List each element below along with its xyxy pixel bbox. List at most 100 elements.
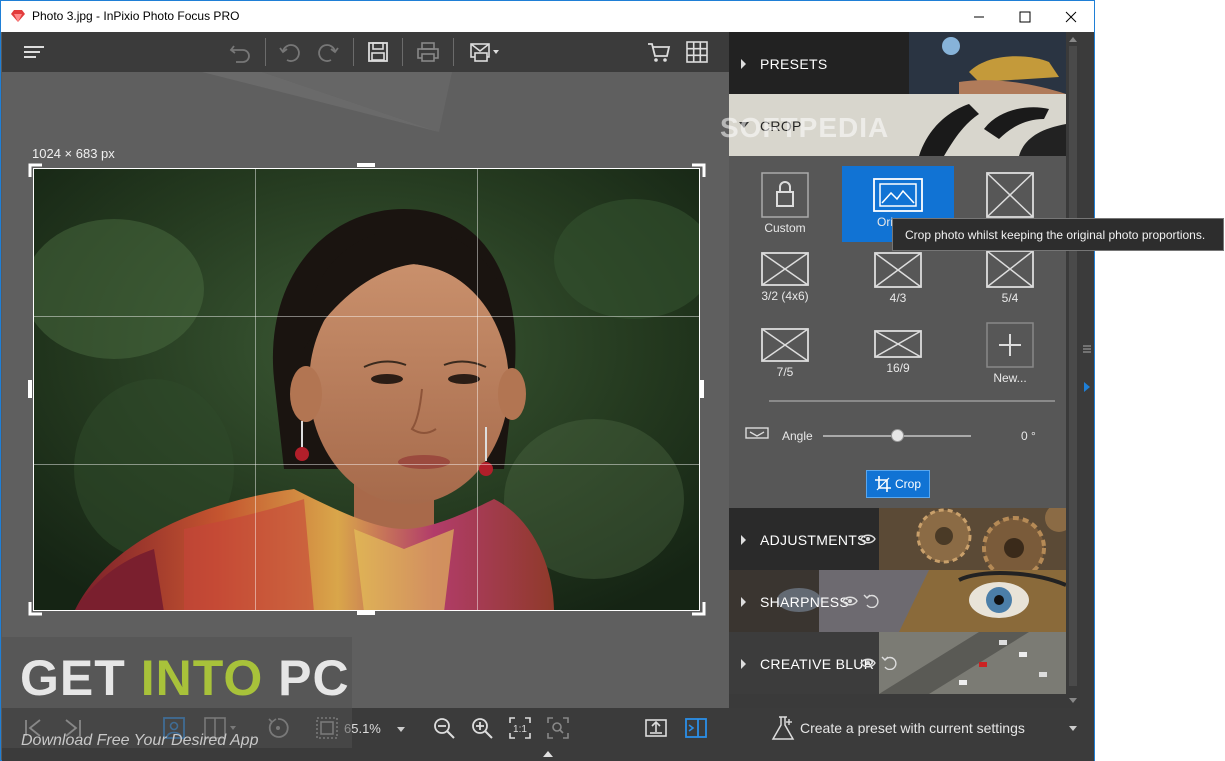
sharpness-section-header[interactable]: SHARPNESS	[729, 570, 1066, 632]
svg-text:1:1: 1:1	[513, 724, 527, 735]
tooltip: Crop photo whilst keeping the original p…	[892, 218, 1224, 251]
panel-scrollbar[interactable]	[1066, 32, 1080, 708]
crop-handle-top[interactable]	[357, 163, 375, 167]
zoom-in-button[interactable]	[468, 714, 496, 742]
panel-collapse-strip[interactable]	[1080, 32, 1094, 708]
print-icon	[417, 42, 439, 62]
crop-handle-top-left[interactable]	[28, 163, 44, 179]
plus-icon	[986, 322, 1034, 368]
divider	[769, 400, 1055, 402]
grid-button[interactable]	[683, 38, 711, 66]
zoom-in-icon	[472, 718, 493, 739]
cross-box-icon	[874, 330, 922, 358]
caret-right-icon	[741, 59, 746, 69]
ratio-4-3[interactable]: 4/3	[842, 244, 954, 320]
ratio-label: 7/5	[776, 365, 794, 379]
create-preset-button[interactable]: Create a preset with current settings	[800, 720, 1025, 736]
angle-value: 0 °	[1021, 429, 1036, 443]
undo-all-button[interactable]	[226, 38, 254, 66]
photo-image[interactable]	[33, 168, 700, 611]
ratio-label: 16/9	[886, 361, 910, 375]
panel-expand-arrow-icon[interactable]	[1083, 381, 1091, 393]
crop-button[interactable]: Crop	[866, 470, 930, 498]
zoom-out-icon	[434, 718, 455, 739]
actual-size-icon: 1:1	[509, 717, 531, 739]
caret-right-icon	[741, 535, 746, 545]
scroll-down-icon[interactable]	[1066, 696, 1080, 706]
export-button[interactable]	[642, 714, 670, 742]
ratio-5-4[interactable]: 5/4	[954, 244, 1066, 320]
crop-handle-bottom[interactable]	[357, 611, 375, 615]
cross-box-icon	[874, 252, 922, 288]
cart-button[interactable]	[645, 38, 673, 66]
crop-handle-top-right[interactable]	[690, 163, 706, 179]
redo-button[interactable]	[314, 38, 342, 66]
fit-screen-icon	[547, 717, 569, 739]
side-panel-icon	[685, 718, 707, 738]
eye-icon[interactable]	[860, 657, 876, 669]
lock-icon	[761, 172, 809, 218]
maximize-button[interactable]	[1002, 1, 1048, 32]
ratio-label: Custom	[764, 221, 806, 235]
image-canvas[interactable]: 1024 × 683 px	[2, 72, 729, 708]
undo-button[interactable]	[276, 38, 304, 66]
undo-icon	[279, 44, 300, 62]
fit-screen-button[interactable]	[544, 714, 572, 742]
ratio-label: New...	[993, 371, 1027, 385]
close-icon	[1065, 11, 1077, 22]
print-button[interactable]	[414, 38, 442, 66]
crop-handle-bottom-left[interactable]	[28, 600, 44, 616]
ratio-16-9[interactable]: 16/9	[842, 320, 954, 396]
creative-blur-section-header[interactable]: CREATIVE BLUR	[729, 632, 1066, 694]
reset-icon[interactable]	[881, 656, 897, 670]
eye-icon[interactable]	[860, 533, 876, 545]
title-bar: Photo 3.jpg - InPixio Photo Focus PRO	[1, 1, 1094, 32]
menu-icon	[24, 46, 44, 58]
girl-portrait-photo	[34, 169, 699, 610]
ratio-7-5[interactable]: 7/5	[729, 320, 841, 396]
minimize-icon	[974, 16, 984, 17]
ratio-3-2[interactable]: 3/2 (4x6)	[729, 244, 841, 320]
crop-button-label: Crop	[894, 477, 921, 491]
scroll-up-icon[interactable]	[1066, 34, 1080, 44]
save-button[interactable]	[364, 38, 392, 66]
presets-section-header[interactable]: PRESETS	[729, 32, 1066, 94]
adjustments-label: ADJUSTMENTS	[760, 532, 867, 548]
straighten-icon	[745, 427, 769, 439]
flask-icon	[771, 716, 795, 740]
crop-options: Custom Ori 3/2 (4x6) 4/3 5/4 7/5 16/9 Ne…	[729, 156, 1066, 508]
redo-icon	[318, 44, 339, 62]
adjustments-section-header[interactable]: ADJUSTMENTS	[729, 508, 1066, 570]
scrollbar-thumb[interactable]	[1069, 46, 1077, 686]
image-dimensions-label: 1024 × 683 px	[32, 146, 115, 161]
close-button[interactable]	[1048, 1, 1094, 32]
tooltip-text: Crop photo whilst keeping the original p…	[905, 227, 1206, 242]
minimize-button[interactable]	[956, 1, 1002, 32]
undo-all-icon	[229, 45, 250, 63]
chevron-down-icon[interactable]	[1067, 722, 1079, 734]
reset-icon[interactable]	[863, 594, 879, 608]
menu-button[interactable]	[20, 38, 48, 66]
drag-handle-icon[interactable]	[1082, 344, 1092, 354]
ratio-custom[interactable]: Custom	[729, 166, 841, 242]
crop-handle-bottom-right[interactable]	[690, 600, 706, 616]
zoom-dropdown[interactable]	[394, 722, 408, 734]
panel-footer: Create a preset with current settings	[729, 708, 1094, 748]
watermark-word-2: INTO	[140, 650, 264, 706]
crop-handle-left[interactable]	[28, 380, 32, 398]
angle-row: Angle 0 °	[745, 424, 1055, 444]
cross-box-icon	[986, 172, 1034, 218]
side-panel-toggle[interactable]	[682, 714, 710, 742]
actual-size-button[interactable]: 1:1	[506, 714, 534, 742]
angle-slider-thumb[interactable]	[890, 429, 904, 442]
share-button[interactable]	[464, 38, 504, 66]
zoom-out-button[interactable]	[430, 714, 458, 742]
sharpness-label: SHARPNESS	[760, 594, 850, 610]
landscape-icon	[873, 178, 923, 212]
app-logo-icon	[11, 10, 25, 22]
eye-icon[interactable]	[842, 595, 858, 607]
ratio-new[interactable]: New...	[954, 320, 1066, 396]
expand-up-icon[interactable]	[541, 749, 555, 759]
ratio-label: 4/3	[889, 291, 907, 305]
crop-handle-right[interactable]	[700, 380, 704, 398]
